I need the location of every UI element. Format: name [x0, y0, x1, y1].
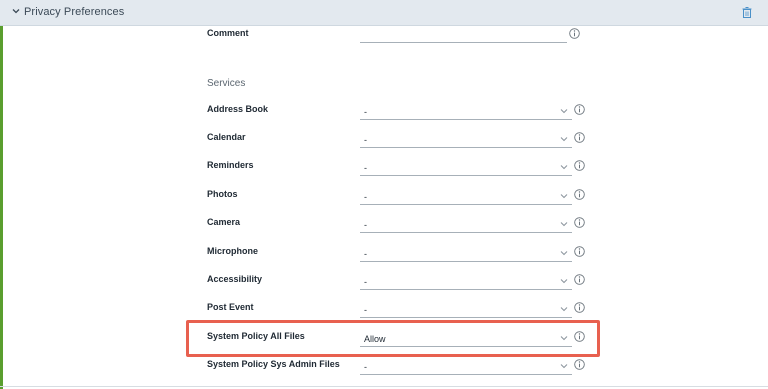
info-icon[interactable] — [574, 160, 585, 171]
chevron-down-icon[interactable] — [11, 6, 21, 16]
address-book-value: - — [364, 107, 367, 117]
comment-label: Comment — [207, 28, 249, 38]
info-icon[interactable] — [574, 189, 585, 200]
info-icon[interactable] — [574, 359, 585, 370]
address-book-select[interactable]: - — [360, 104, 572, 120]
chevron-down-icon[interactable] — [560, 136, 568, 142]
info-icon[interactable] — [574, 274, 585, 285]
comment-field[interactable] — [360, 27, 567, 43]
reminders-select[interactable]: - — [360, 160, 572, 176]
section-title: Privacy Preferences — [24, 6, 125, 18]
chevron-down-icon[interactable] — [560, 108, 568, 114]
info-icon[interactable] — [569, 28, 580, 39]
accessibility-value: - — [364, 277, 367, 287]
calendar-value: - — [364, 135, 367, 145]
info-icon[interactable] — [574, 104, 585, 115]
microphone-label: Microphone — [207, 246, 258, 256]
address-book-label: Address Book — [207, 104, 269, 114]
highlight-box — [186, 320, 600, 357]
accessibility-label: Accessibility — [207, 274, 263, 284]
photos-select[interactable]: - — [360, 189, 572, 205]
section-accent-bar — [0, 0, 3, 389]
chevron-down-icon[interactable] — [560, 278, 568, 284]
info-icon[interactable] — [574, 132, 585, 143]
trash-icon[interactable] — [741, 6, 753, 19]
chevron-down-icon[interactable] — [560, 193, 568, 199]
calendar-select[interactable]: - — [360, 132, 572, 148]
reminders-label: Reminders — [207, 160, 254, 170]
info-icon[interactable] — [574, 217, 585, 228]
system-policy-sys-admin-files-value: - — [364, 362, 367, 372]
chevron-down-icon[interactable] — [560, 363, 568, 369]
bottom-divider — [0, 386, 768, 387]
privacy-preferences-header[interactable]: Privacy Preferences — [0, 0, 768, 26]
info-icon[interactable] — [574, 302, 585, 313]
info-icon[interactable] — [574, 246, 585, 257]
microphone-value: - — [364, 249, 367, 259]
accessibility-select[interactable]: - — [360, 274, 572, 290]
chevron-down-icon[interactable] — [560, 221, 568, 227]
services-heading: Services — [207, 78, 246, 89]
photos-value: - — [364, 192, 367, 202]
calendar-label: Calendar — [207, 132, 246, 142]
chevron-down-icon[interactable] — [560, 306, 568, 312]
post-event-select[interactable]: - — [360, 302, 572, 318]
chevron-down-icon[interactable] — [560, 250, 568, 256]
system-policy-sys-admin-files-select[interactable]: - — [360, 359, 572, 375]
microphone-select[interactable]: - — [360, 246, 572, 262]
chevron-down-icon[interactable] — [560, 164, 568, 170]
photos-label: Photos — [207, 189, 238, 199]
camera-value: - — [364, 220, 367, 230]
post-event-label: Post Event — [207, 302, 254, 312]
post-event-value: - — [364, 305, 367, 315]
camera-label: Camera — [207, 217, 241, 227]
reminders-value: - — [364, 163, 367, 173]
camera-select[interactable]: - — [360, 217, 572, 233]
system-policy-sys-admin-files-label: System Policy Sys Admin Files — [207, 359, 340, 369]
